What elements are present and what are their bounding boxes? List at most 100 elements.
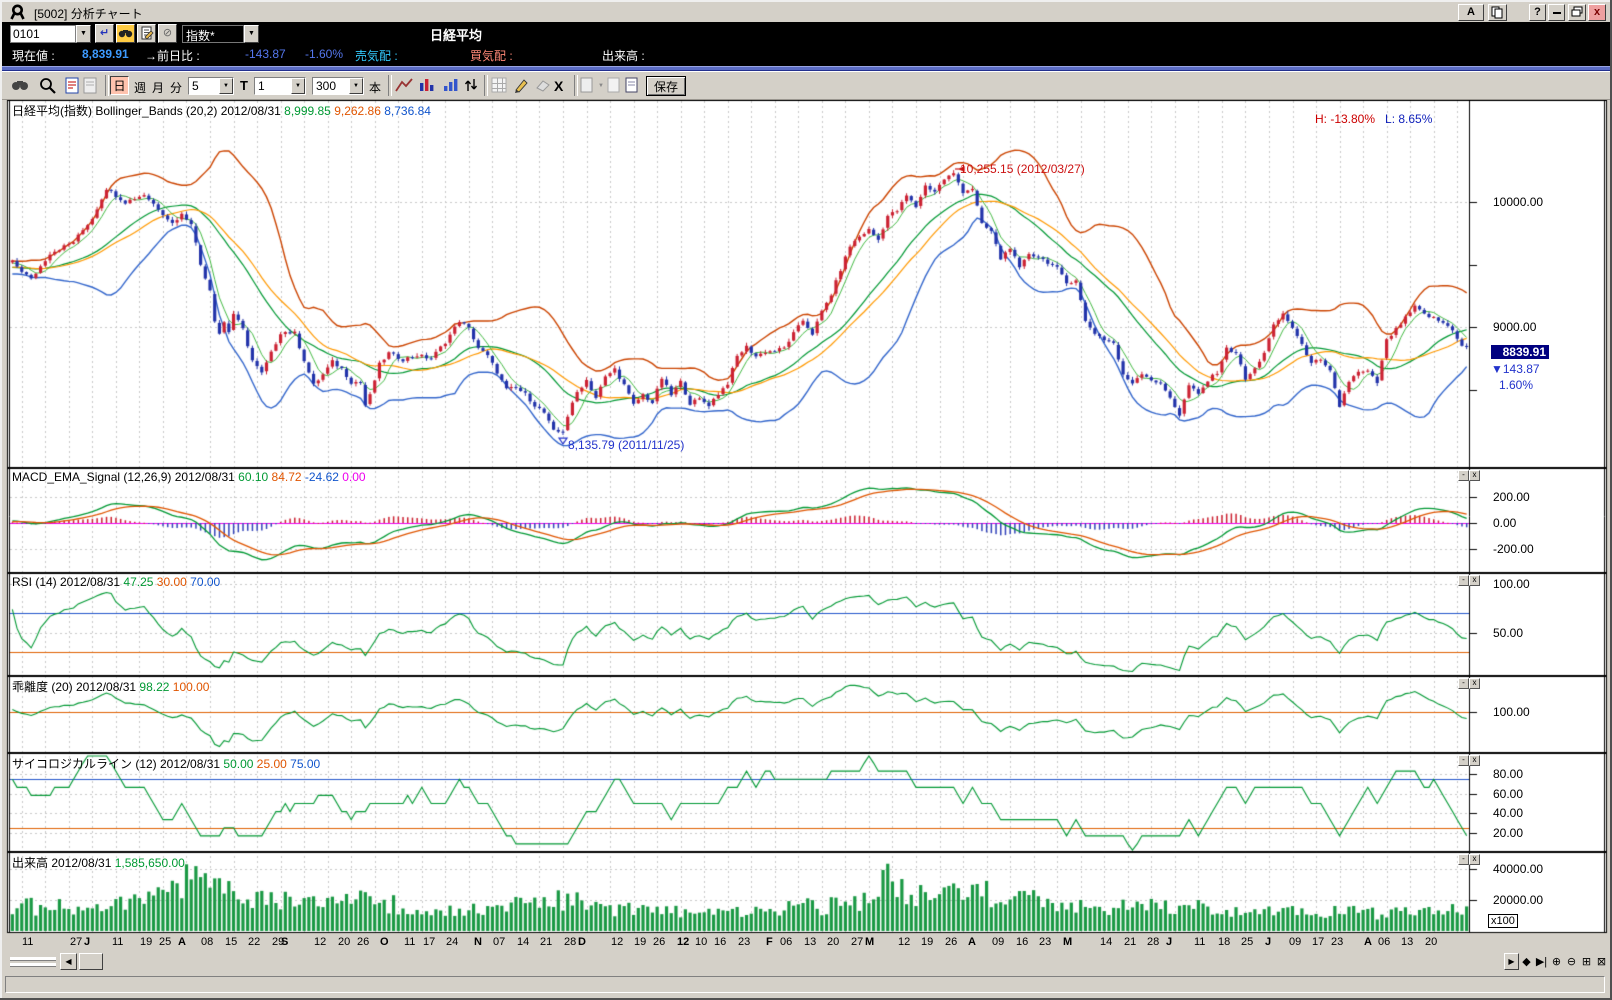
panel-close-button[interactable]: x xyxy=(1469,854,1480,865)
zoom-button[interactable] xyxy=(38,76,58,96)
bars-red-blue-icon xyxy=(420,79,434,91)
scrollbar-thumb[interactable] xyxy=(79,953,103,970)
scroll-right-button[interactable]: ▶ xyxy=(1504,953,1519,970)
panel-close-button[interactable]: x xyxy=(1469,678,1480,689)
quote-field: 買気配 : xyxy=(470,49,513,63)
symbol-code-input[interactable] xyxy=(10,25,76,43)
bar-count-select[interactable]: 300 ▼ xyxy=(312,77,364,95)
page-icon xyxy=(625,77,638,93)
no-entry-icon: ⊘ xyxy=(162,27,173,39)
bars-blue-icon xyxy=(444,79,458,91)
enter-button[interactable]: ↵ xyxy=(95,24,114,43)
copy-window-button[interactable] xyxy=(1488,4,1507,21)
panel-close-button[interactable]: x xyxy=(1469,755,1480,766)
restore-button[interactable] xyxy=(1568,4,1586,21)
dropdown-arrow-icon[interactable]: ▼ xyxy=(291,78,305,94)
restore-icon xyxy=(1571,6,1583,17)
page-gray-icon xyxy=(83,77,97,94)
grid-icon xyxy=(491,77,507,93)
enter-icon: ↵ xyxy=(99,27,110,39)
clear-button[interactable]: ⊘ xyxy=(158,24,177,43)
binoculars-icon xyxy=(118,30,133,38)
up-down-arrows-icon xyxy=(464,79,478,91)
period-month-button[interactable]: 月 xyxy=(152,79,164,96)
chart-area: 10000.00 9000.00 200.00 0.00 -200.00 100.00 50… xyxy=(2,100,1612,952)
marker-diamond-button[interactable]: ◆ xyxy=(1519,954,1534,970)
quote-field: →前日比 : xyxy=(145,49,200,63)
separator xyxy=(388,75,392,96)
minimize-icon xyxy=(1552,12,1561,14)
search-chart-button[interactable] xyxy=(10,76,30,96)
copy-chart-button[interactable] xyxy=(64,76,84,96)
draw-tool-button[interactable] xyxy=(512,76,532,96)
edit-memo-button[interactable] xyxy=(137,24,156,43)
quote-field: -143.87 xyxy=(245,47,286,61)
title-bar: [5002] 分析チャート A ? x xyxy=(2,2,1610,23)
panel-minimize-button[interactable]: - xyxy=(1458,678,1469,689)
separator xyxy=(484,75,488,96)
paste-chart-button[interactable] xyxy=(82,76,102,96)
panel-close-button[interactable]: x xyxy=(1469,575,1480,586)
panel-minimize-button[interactable]: - xyxy=(1458,470,1469,481)
tick-interval-select[interactable]: 5 ▼ xyxy=(188,77,234,95)
separator xyxy=(105,75,109,96)
code-dropdown-button[interactable]: ▼ xyxy=(76,25,91,43)
t-label: T xyxy=(240,78,248,93)
panel-minimize-button[interactable]: - xyxy=(1458,854,1469,865)
app-window: [5002] 分析チャート A ? x ▼ ↵ xyxy=(0,0,1612,1000)
bars-unit-label: 本 xyxy=(369,81,382,95)
chart-hscrollbar: ◀ ▶ ◆ ▶| ⊕ ⊖ ⊞ ⊠ xyxy=(2,952,1610,972)
zoom-in-button[interactable]: ⊕ xyxy=(1549,954,1564,970)
scroll-left-button[interactable]: ◀ xyxy=(60,953,77,970)
quote-bar: ▼ ↵ ⊘ 指数* ▼ 日経平均 現在値 : 8,839.91 →前日比 : -143… xyxy=(2,22,1610,66)
dropdown-arrow-icon: ▼ xyxy=(598,83,604,89)
eraser-icon xyxy=(536,80,550,92)
help-button[interactable]: ? xyxy=(1529,4,1546,21)
zoom-out-button[interactable]: ⊖ xyxy=(1564,954,1579,970)
x-icon: X xyxy=(554,78,564,94)
period-minute-button[interactable]: 分 xyxy=(170,79,182,96)
close-icon: x xyxy=(1593,6,1601,18)
page-gray-icon xyxy=(580,77,593,93)
page-gray-icon xyxy=(607,77,620,93)
panel-minimize-button[interactable]: - xyxy=(1458,575,1469,586)
category-select[interactable]: 指数* xyxy=(182,25,244,43)
close-button[interactable]: x xyxy=(1588,4,1606,21)
category-dropdown-button[interactable]: ▼ xyxy=(244,25,259,43)
eraser-tool-button[interactable] xyxy=(534,76,554,96)
minimize-button[interactable] xyxy=(1548,4,1565,21)
trendline-icon xyxy=(395,78,413,92)
quote-field: -1.60% xyxy=(305,47,344,61)
period-week-button[interactable]: 週 xyxy=(134,79,146,96)
grid-tool-button[interactable] xyxy=(490,76,510,96)
close-pane-button[interactable]: ⊠ xyxy=(1594,954,1609,970)
compare-select[interactable]: 1 ▼ xyxy=(254,77,306,95)
trendline-tool-button[interactable] xyxy=(394,76,414,96)
period-day-button[interactable]: 日 xyxy=(110,76,129,95)
grid-window-button[interactable]: ⊞ xyxy=(1579,954,1594,970)
panel-minimize-button[interactable]: - xyxy=(1458,755,1469,766)
candle-chart-button[interactable] xyxy=(418,76,438,96)
status-bar xyxy=(2,972,1610,998)
scroll-end-button[interactable]: ▶| xyxy=(1534,954,1549,970)
new-page-button[interactable] xyxy=(606,76,626,96)
save-page-button[interactable] xyxy=(624,76,644,96)
quote-values-row: 現在値 : 8,839.91 →前日比 : -143.87 -1.60% 売気配 : 買気配… xyxy=(2,47,1610,65)
panel-close-button[interactable]: x xyxy=(1469,470,1480,481)
sort-arrows-button[interactable] xyxy=(462,76,482,96)
pencil-icon xyxy=(515,79,528,93)
page-icon xyxy=(65,77,79,94)
search-button[interactable] xyxy=(116,24,135,43)
save-button[interactable]: 保存 xyxy=(646,76,687,96)
volume-chart-button[interactable] xyxy=(442,76,462,96)
quote-field: 出来高 : xyxy=(602,49,645,63)
font-button[interactable]: A xyxy=(1458,4,1484,21)
dropdown-arrow-icon[interactable]: ▼ xyxy=(349,78,363,94)
price-chart-canvas[interactable] xyxy=(2,100,1612,952)
pages-icon xyxy=(1491,6,1503,19)
delete-drawing-button[interactable]: X xyxy=(554,78,574,98)
layout-dropdown-button[interactable]: ▼ xyxy=(580,76,604,96)
splitter-grip[interactable] xyxy=(10,957,56,969)
dropdown-arrow-icon[interactable]: ▼ xyxy=(219,78,233,94)
compare-value: 1 xyxy=(258,79,265,93)
